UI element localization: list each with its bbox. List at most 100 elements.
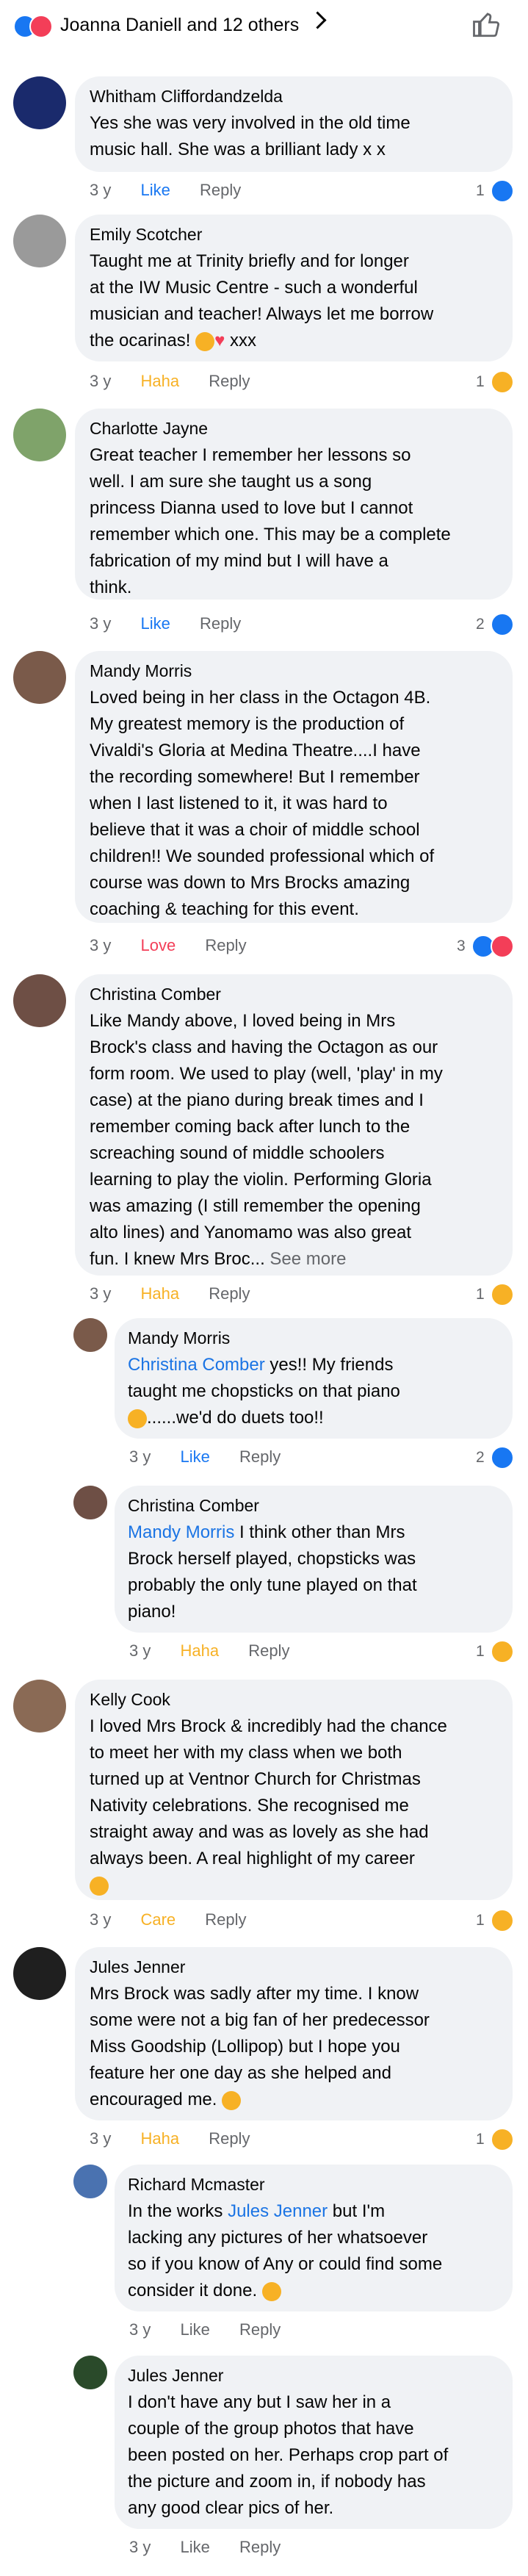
avatar[interactable] <box>13 1680 66 1733</box>
comment-text: Like Mandy above, I loved being in Mrs B… <box>90 1011 443 1269</box>
mention-link[interactable]: Christina Comber <box>128 1355 265 1375</box>
reaction-count[interactable]: 1 <box>476 181 485 201</box>
comment-time: 3 y <box>90 614 112 633</box>
mention-link[interactable]: Jules Jenner <box>228 2201 328 2221</box>
love-reaction-icon <box>491 935 514 958</box>
reply-button[interactable]: Reply <box>248 1641 289 1660</box>
comment-time: 3 y <box>129 2320 151 2339</box>
grin-emoji-icon <box>261 2281 281 2301</box>
comment-author[interactable]: Mandy Morris <box>128 1327 230 1349</box>
heart-eyes-emoji-icon <box>90 1876 109 1896</box>
comment-text: In the works Jules Jenner but I'm lackin… <box>128 2201 443 2301</box>
grin-emoji-icon <box>195 331 215 351</box>
comment-actions: 3 y Like Reply <box>129 2319 305 2341</box>
reply-button[interactable]: Reply <box>205 1910 246 1929</box>
avatar[interactable] <box>13 215 66 267</box>
comment-author[interactable]: Mandy Morris <box>90 660 192 682</box>
comment-time: 3 y <box>129 2538 151 2556</box>
comment-author[interactable]: Christina Comber <box>90 983 221 1005</box>
reaction-count[interactable]: 1 <box>476 1910 485 1931</box>
avatar[interactable] <box>73 2165 107 2198</box>
comment-text: I don't have any but I saw her in a coup… <box>128 2392 449 2518</box>
like-button[interactable]: Like <box>180 2320 209 2339</box>
comment-time: 3 y <box>90 936 112 954</box>
reply-button[interactable]: Reply <box>209 1284 250 1303</box>
reply-button[interactable]: Reply <box>239 2320 281 2339</box>
chevron-right-icon[interactable] <box>308 11 327 29</box>
love-button[interactable]: Love <box>140 936 176 954</box>
reaction-count[interactable]: 1 <box>476 2129 485 2150</box>
comment-actions: 3 y Haha Reply <box>90 370 275 392</box>
haha-button[interactable]: Haha <box>180 1641 219 1660</box>
comment-author[interactable]: Charlotte Jayne <box>90 417 208 439</box>
like-button[interactable]: Like <box>180 1447 209 1466</box>
like-button[interactable]: Like <box>140 614 170 633</box>
care-button[interactable]: Care <box>140 1910 176 1929</box>
reaction-count[interactable]: 1 <box>476 1641 485 1662</box>
reply-button[interactable]: Reply <box>239 1447 281 1466</box>
comment-actions: 3 y Haha Reply <box>90 1283 275 1305</box>
comment-author[interactable]: Whitham Cliffordandzelda <box>90 85 283 107</box>
avatar[interactable] <box>13 974 66 1027</box>
like-button[interactable]: Like <box>180 2538 209 2556</box>
like-button[interactable]: Like <box>140 181 170 199</box>
comment-text: Loved being in her class in the Octagon … <box>90 688 435 919</box>
comment-author[interactable]: Jules Jenner <box>128 2364 223 2386</box>
avatar[interactable] <box>73 1486 107 1519</box>
comment-author[interactable]: Jules Jenner <box>90 1956 185 1978</box>
like-reaction-icon <box>491 1446 514 1469</box>
reply-button[interactable]: Reply <box>200 614 241 633</box>
reply-button[interactable]: Reply <box>205 936 246 954</box>
comment-author[interactable]: Richard Mcmaster <box>128 2173 265 2195</box>
heart-emoji-icon: ♥ <box>214 331 225 350</box>
comment-text: Christina Comber yes!! My friends taught… <box>128 1355 400 1428</box>
reply-button[interactable]: Reply <box>200 181 241 199</box>
comment-time: 3 y <box>90 2129 112 2148</box>
reaction-count[interactable]: 2 <box>476 1447 485 1468</box>
reaction-count[interactable]: 2 <box>476 614 485 635</box>
rofl-emoji-icon <box>128 1408 147 1428</box>
haha-reaction-icon <box>491 370 514 394</box>
comment-time: 3 y <box>90 181 112 199</box>
comment-text: Taught me at Trinity briefly and for lon… <box>90 251 434 351</box>
comment-time: 3 y <box>129 1447 151 1466</box>
comment-author[interactable]: Emily Scotcher <box>90 223 202 245</box>
avatar[interactable] <box>73 1318 107 1352</box>
comment-actions: 3 y Like Reply <box>129 2536 305 2558</box>
avatar[interactable] <box>13 1947 66 2000</box>
haha-button[interactable]: Haha <box>140 1284 179 1303</box>
haha-button[interactable]: Haha <box>140 2129 179 2148</box>
avatar[interactable] <box>13 651 66 704</box>
reply-button[interactable]: Reply <box>209 2129 250 2148</box>
comment-author[interactable]: Kelly Cook <box>90 1688 170 1710</box>
reaction-count[interactable]: 3 <box>457 936 466 957</box>
comment-time: 3 y <box>90 1910 112 1929</box>
reply-button[interactable]: Reply <box>209 372 250 390</box>
comment-actions: 3 y Care Reply <box>90 1909 272 1931</box>
comment-text: Mandy Morris I think other than Mrs Broc… <box>128 1522 417 1622</box>
like-reaction-icon <box>491 613 514 636</box>
comment-time: 3 y <box>90 1284 112 1303</box>
avatar[interactable] <box>13 76 66 129</box>
comment-actions: 3 y Like Reply <box>90 613 266 635</box>
mention-link[interactable]: Mandy Morris <box>128 1522 234 1542</box>
comment-actions: 3 y Haha Reply <box>90 2128 275 2150</box>
avatar[interactable] <box>13 409 66 461</box>
reply-button[interactable]: Reply <box>239 2538 281 2556</box>
reaction-count[interactable]: 1 <box>476 1284 485 1305</box>
smile-emoji-icon <box>222 2090 242 2110</box>
reactors-text[interactable]: Joanna Daniell and 12 others <box>60 13 299 37</box>
reactions-summary-bar[interactable]: Joanna Daniell and 12 others <box>0 0 528 51</box>
comment-author[interactable]: Christina Comber <box>128 1494 259 1517</box>
comment-text: Mrs Brock was sadly after my time. I kno… <box>90 1984 430 2110</box>
avatar[interactable] <box>73 2356 107 2389</box>
reaction-count[interactable]: 1 <box>476 372 485 392</box>
see-more-link[interactable]: See more <box>270 1249 346 1269</box>
reaction-icons <box>13 15 57 38</box>
haha-reaction-icon <box>491 1640 514 1663</box>
like-thumb-icon[interactable] <box>471 9 502 40</box>
haha-button[interactable]: Haha <box>140 372 179 390</box>
care-reaction-icon <box>491 1909 514 1932</box>
comment-actions: 3 y Haha Reply <box>129 1640 314 1662</box>
comment-actions: 3 y Love Reply <box>90 935 272 957</box>
